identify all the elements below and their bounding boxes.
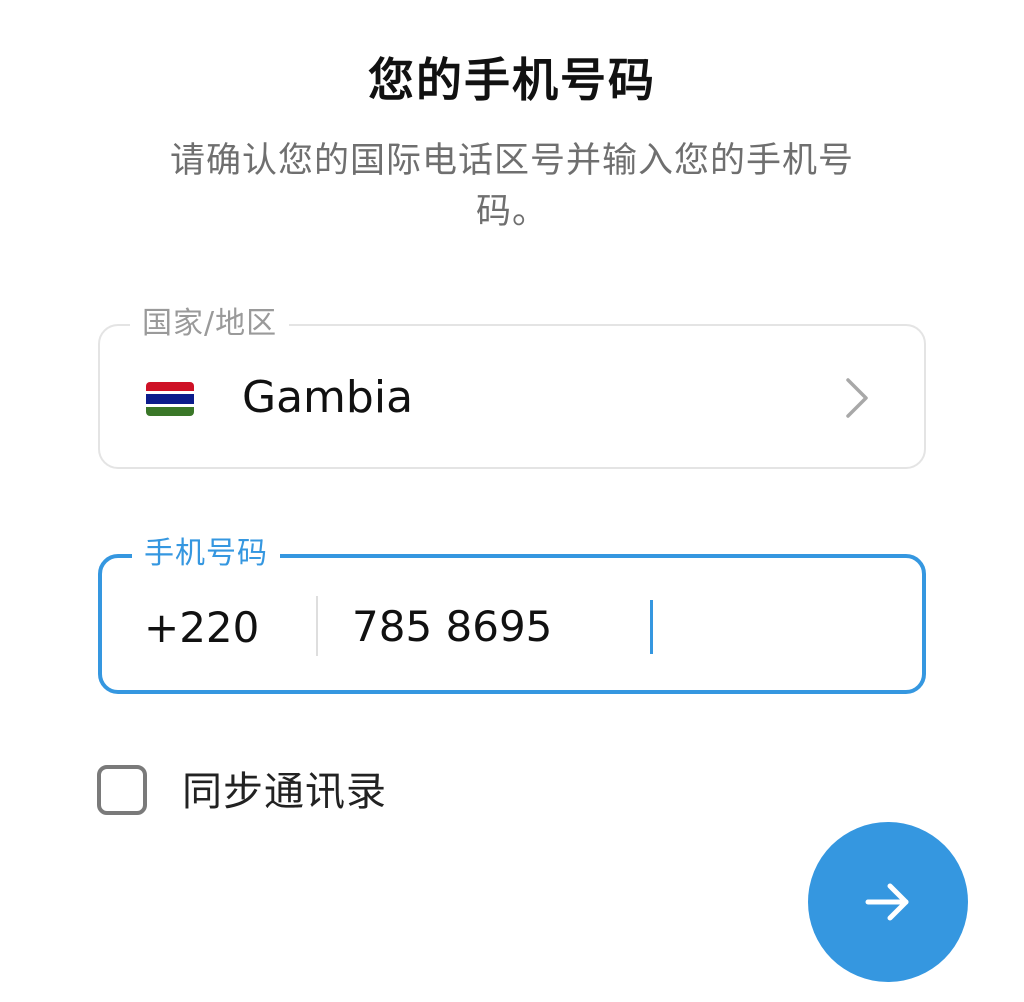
text-cursor <box>650 600 653 654</box>
country-field-label: 国家/地区 <box>130 302 290 346</box>
sync-contacts-checkbox[interactable] <box>97 765 147 815</box>
next-button[interactable] <box>808 822 968 982</box>
country-selector[interactable]: 国家/地区 Gambia <box>98 302 926 469</box>
chevron-right-icon <box>846 378 868 418</box>
phone-number-field: 手机号码 +220 <box>98 532 926 694</box>
phone-number-screen: 您的手机号码 请确认您的国际电话区号并输入您的手机号码。 国家/地区 Gambi… <box>0 0 1024 1002</box>
arrow-right-icon <box>865 883 909 921</box>
page-subtitle: 请确认您的国际电话区号并输入您的手机号码。 <box>169 141 854 232</box>
gambia-flag-icon <box>146 382 194 416</box>
country-name: Gambia <box>242 372 414 423</box>
sync-contacts-label[interactable]: 同步通讯录 <box>182 766 387 818</box>
phone-number-input[interactable] <box>352 598 852 654</box>
page-title: 您的手机号码 <box>368 53 656 107</box>
phone-field-label: 手机号码 <box>132 532 280 576</box>
country-code[interactable]: +220 <box>144 602 259 654</box>
field-divider <box>316 596 318 656</box>
